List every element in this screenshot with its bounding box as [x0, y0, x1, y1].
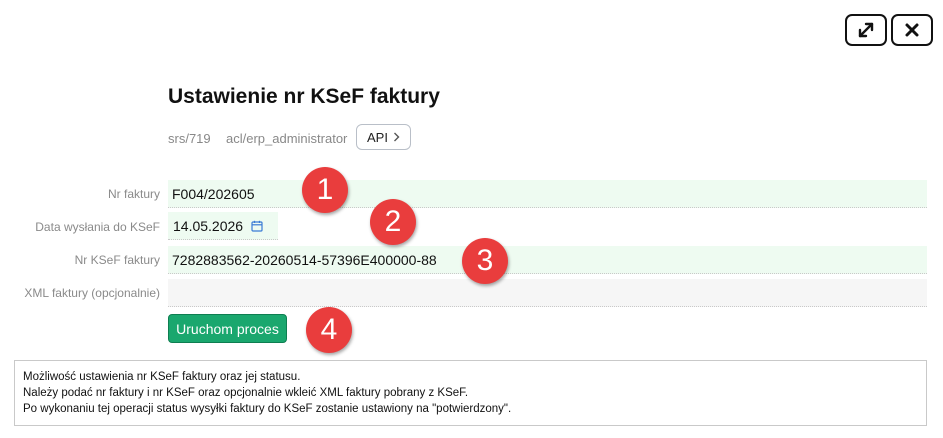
annotation-badge-3: 3	[462, 238, 508, 284]
nr-ksef-label: Nr KSeF faktury	[74, 253, 160, 267]
close-button[interactable]	[891, 14, 933, 46]
meta-acl: acl/erp_administrator	[226, 131, 348, 146]
annotation-badge-4: 4	[306, 307, 352, 353]
data-wyslania-label: Data wysłania do KSeF	[35, 220, 160, 234]
xml-label: XML faktury (opcjonalnie)	[24, 286, 160, 300]
api-button-label: API	[367, 129, 388, 145]
api-button[interactable]: API	[356, 124, 411, 150]
page-title: Ustawienie nr KSeF faktury	[168, 85, 440, 108]
annotation-badge-1: 1	[302, 167, 348, 213]
expand-arrows-icon	[858, 22, 874, 38]
info-line-1: Możliwość ustawienia nr KSeF faktury ora…	[23, 371, 301, 383]
info-line-3: Po wykonaniu tej operacji status wysyłki…	[23, 403, 512, 415]
chevron-right-icon	[393, 132, 400, 142]
data-wyslania-value: 14.05.2026	[173, 217, 244, 234]
info-box: Możliwość ustawienia nr KSeF faktury ora…	[14, 360, 927, 426]
annotation-badge-2: 2	[370, 199, 416, 245]
meta-code: srs/719	[168, 131, 211, 146]
nr-faktury-label: Nr faktury	[107, 187, 160, 201]
data-wyslania-input[interactable]: 14.05.2026	[168, 212, 278, 240]
calendar-icon[interactable]	[251, 220, 263, 232]
nr-faktury-input[interactable]	[172, 181, 772, 207]
info-line-2: Należy podać nr faktury i nr KSeF oraz o…	[23, 387, 469, 399]
close-x-icon	[905, 23, 919, 37]
xml-input[interactable]	[172, 280, 912, 306]
expand-button[interactable]	[845, 14, 887, 46]
run-process-button[interactable]: Uruchom proces	[168, 314, 287, 343]
